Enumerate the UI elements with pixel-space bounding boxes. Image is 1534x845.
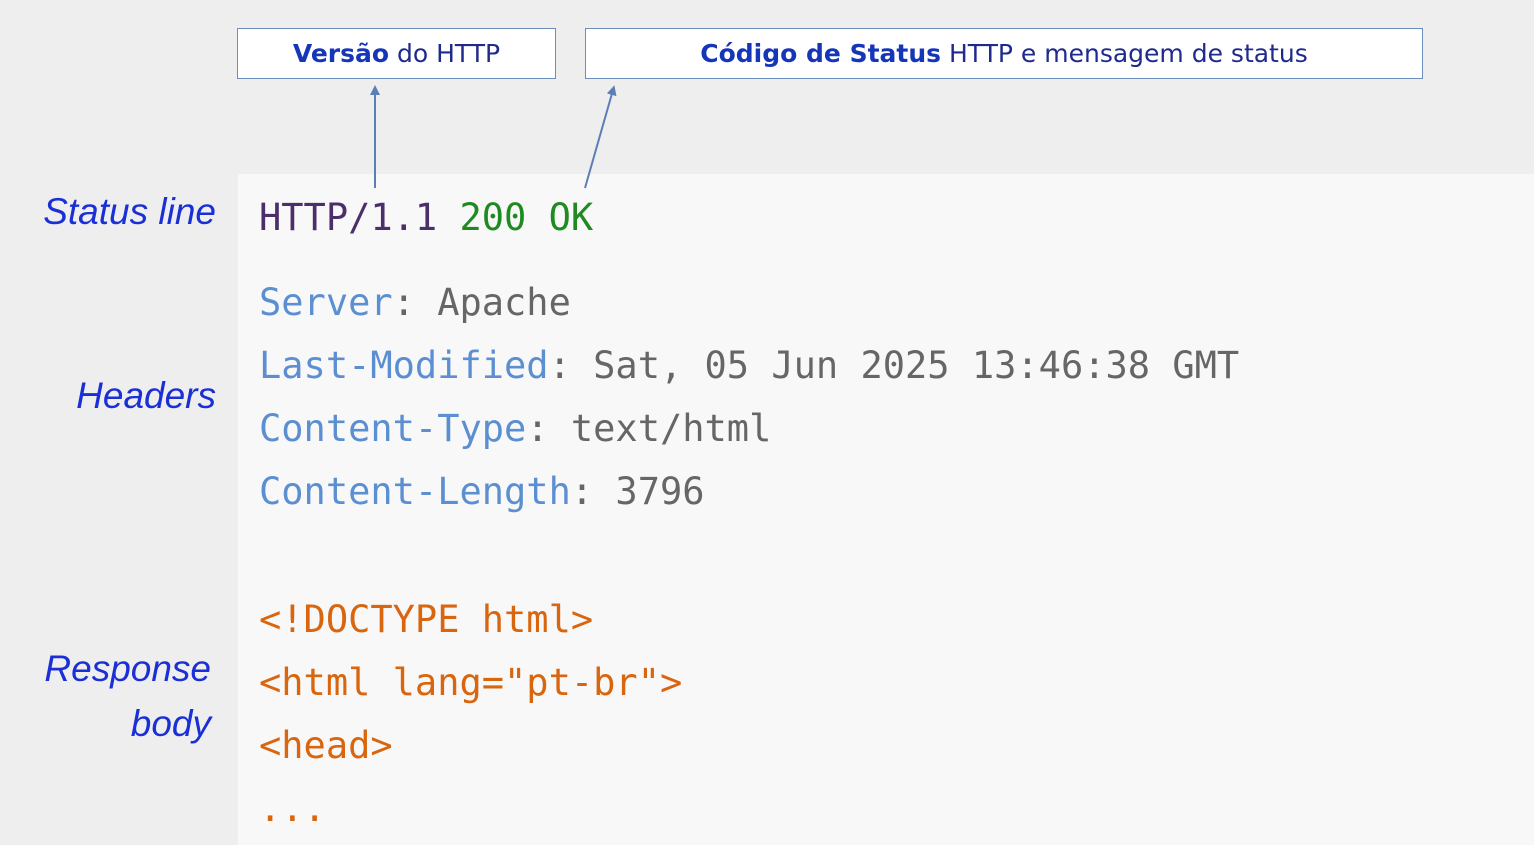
http-version: HTTP/1.1 bbox=[259, 196, 438, 239]
header-name: Content-Length bbox=[259, 470, 571, 513]
header-value: : Apache bbox=[392, 281, 571, 324]
body-line: <head> bbox=[259, 724, 393, 767]
status-code-message: 200 OK bbox=[459, 196, 594, 239]
callout-status-rest: HTTP e mensagem de status bbox=[941, 39, 1308, 68]
body-line: <!DOCTYPE html> bbox=[259, 598, 594, 641]
callout-status-bold: Código de Status bbox=[700, 39, 942, 68]
label-response-body-line1: Response bbox=[44, 648, 211, 689]
header-line: Server: Apache bbox=[259, 281, 571, 325]
body-line: <html lang="pt-br"> bbox=[259, 661, 683, 704]
label-response-body: Response body bbox=[44, 641, 211, 751]
label-response-body-line2: body bbox=[130, 703, 211, 744]
header-value: : Sat, 05 Jun 2025 13:46:38 GMT bbox=[548, 344, 1240, 387]
status-line: HTTP/1.1 200 OK bbox=[259, 196, 593, 240]
header-line: Content-Type: text/html bbox=[259, 407, 771, 451]
callout-version-bold: Versão bbox=[292, 39, 390, 68]
body-line: ... bbox=[259, 787, 326, 830]
header-name: Server bbox=[259, 281, 393, 324]
header-line: Content-Length: 3796 bbox=[259, 470, 705, 514]
callout-status-code: Código de Status HTTP e mensagem de stat… bbox=[585, 28, 1423, 79]
header-line: Last-Modified: Sat, 05 Jun 2025 13:46:38… bbox=[259, 344, 1239, 388]
header-value: : 3796 bbox=[570, 470, 705, 513]
label-headers: Headers bbox=[76, 375, 216, 416]
header-value: : text/html bbox=[526, 407, 772, 450]
label-status-line: Status line bbox=[43, 191, 216, 232]
header-name: Content-Type bbox=[259, 407, 527, 450]
callout-http-version: Versão do HTTP bbox=[237, 28, 556, 79]
header-name: Last-Modified bbox=[259, 344, 549, 387]
callout-version-rest: do HTTP bbox=[389, 39, 501, 68]
